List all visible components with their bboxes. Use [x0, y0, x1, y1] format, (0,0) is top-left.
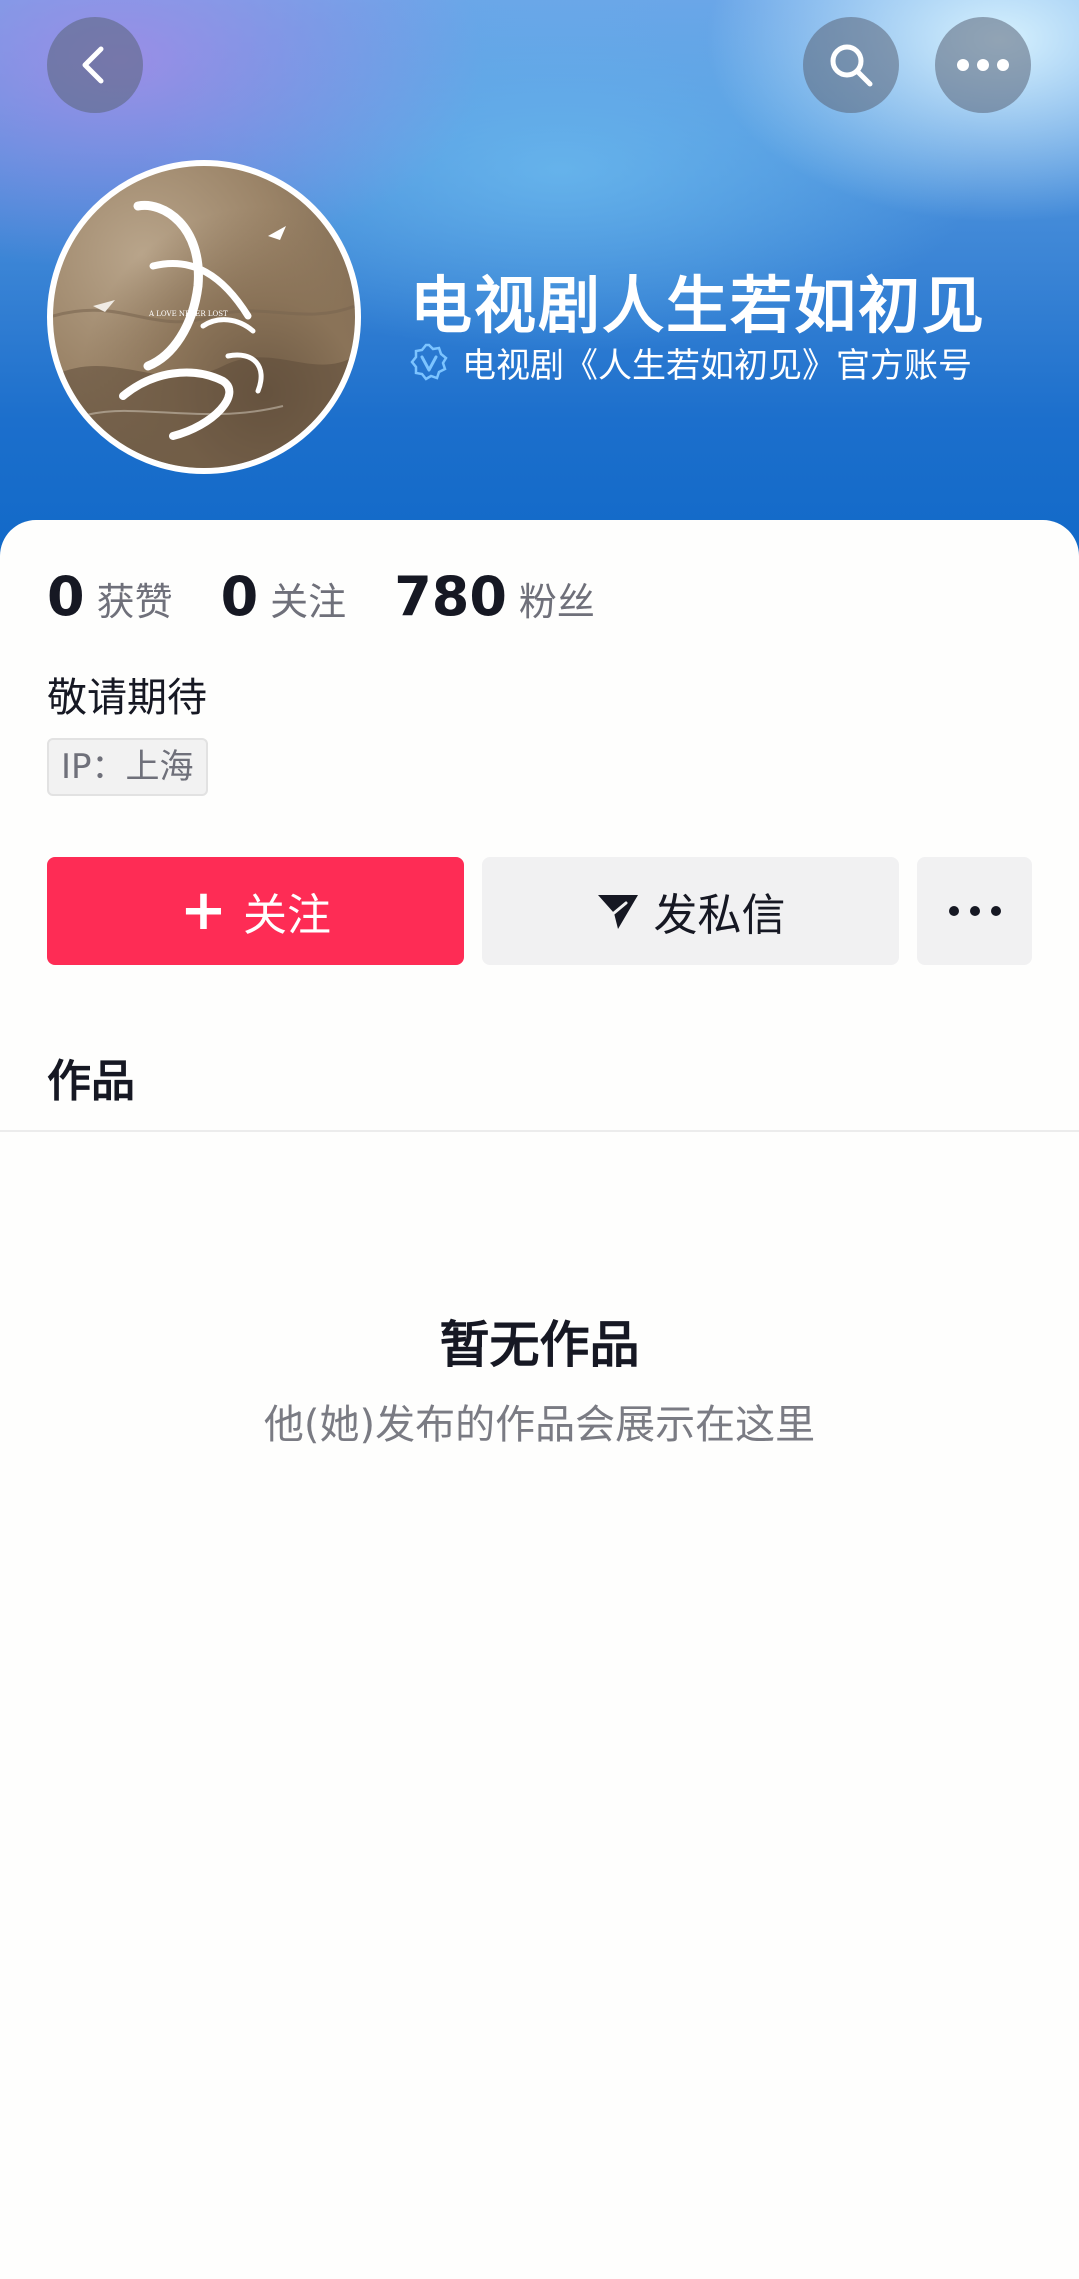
profile-name: 电视剧人生若如初见 — [410, 269, 987, 342]
send-message-label: 发私信 — [653, 890, 786, 941]
profile-stats: 0 获赞 0 关注 780 粉丝 — [47, 565, 643, 635]
search-icon — [830, 44, 873, 87]
back-arrow-icon — [82, 46, 104, 84]
empty-state-title: 暂无作品 — [439, 1316, 640, 1374]
more-actions-button[interactable] — [917, 857, 1032, 965]
stat-likes-label: 获赞 — [96, 580, 173, 624]
plus-icon: + — [180, 878, 227, 943]
avatar-subtitle: A LOVE NEVER LOST — [148, 310, 228, 318]
tab-works[interactable]: 作品 — [47, 1045, 135, 1109]
verification-text: 电视剧《人生若如初见》官方账号 — [462, 345, 972, 386]
profile-banner: A LOVE NEVER LOST 电视剧人生若如初见 电视剧《人生若如初见》官… — [0, 0, 1079, 560]
stat-following[interactable]: 0 关注 — [221, 565, 347, 628]
send-message-button[interactable]: 发私信 — [482, 857, 899, 965]
avatar-artwork: A LOVE NEVER LOST — [53, 200, 355, 468]
stat-following-value: 0 — [220, 565, 259, 628]
back-button[interactable] — [47, 17, 143, 113]
stat-followers-label: 粉丝 — [518, 580, 595, 624]
empty-state-subtitle: 他(她)发布的作品会展示在这里 — [263, 1402, 816, 1448]
verified-badge-icon — [410, 343, 448, 381]
follow-button[interactable]: + 关注 — [47, 857, 464, 965]
profile-page: A LOVE NEVER LOST 电视剧人生若如初见 电视剧《人生若如初见》官… — [0, 0, 1079, 2279]
more-options-button[interactable] — [935, 17, 1031, 113]
send-icon — [597, 895, 638, 929]
verification-row: 电视剧《人生若如初见》官方账号 — [410, 340, 972, 386]
more-dots-icon — [957, 59, 1009, 71]
avatar[interactable]: A LOVE NEVER LOST — [47, 160, 361, 474]
tab-divider — [0, 1130, 1079, 1132]
ip-location-tag: IP：上海 — [47, 738, 208, 796]
stat-following-label: 关注 — [270, 580, 347, 624]
stat-followers-value: 780 — [394, 565, 507, 628]
stat-followers[interactable]: 780 粉丝 — [394, 565, 595, 628]
more-dots-icon — [948, 906, 1001, 916]
profile-bio: 敬请期待 — [47, 675, 207, 721]
stat-likes[interactable]: 0 获赞 — [47, 565, 173, 628]
follow-button-label: 关注 — [242, 890, 331, 941]
search-button[interactable] — [803, 17, 899, 113]
stat-likes-value: 0 — [47, 565, 85, 628]
